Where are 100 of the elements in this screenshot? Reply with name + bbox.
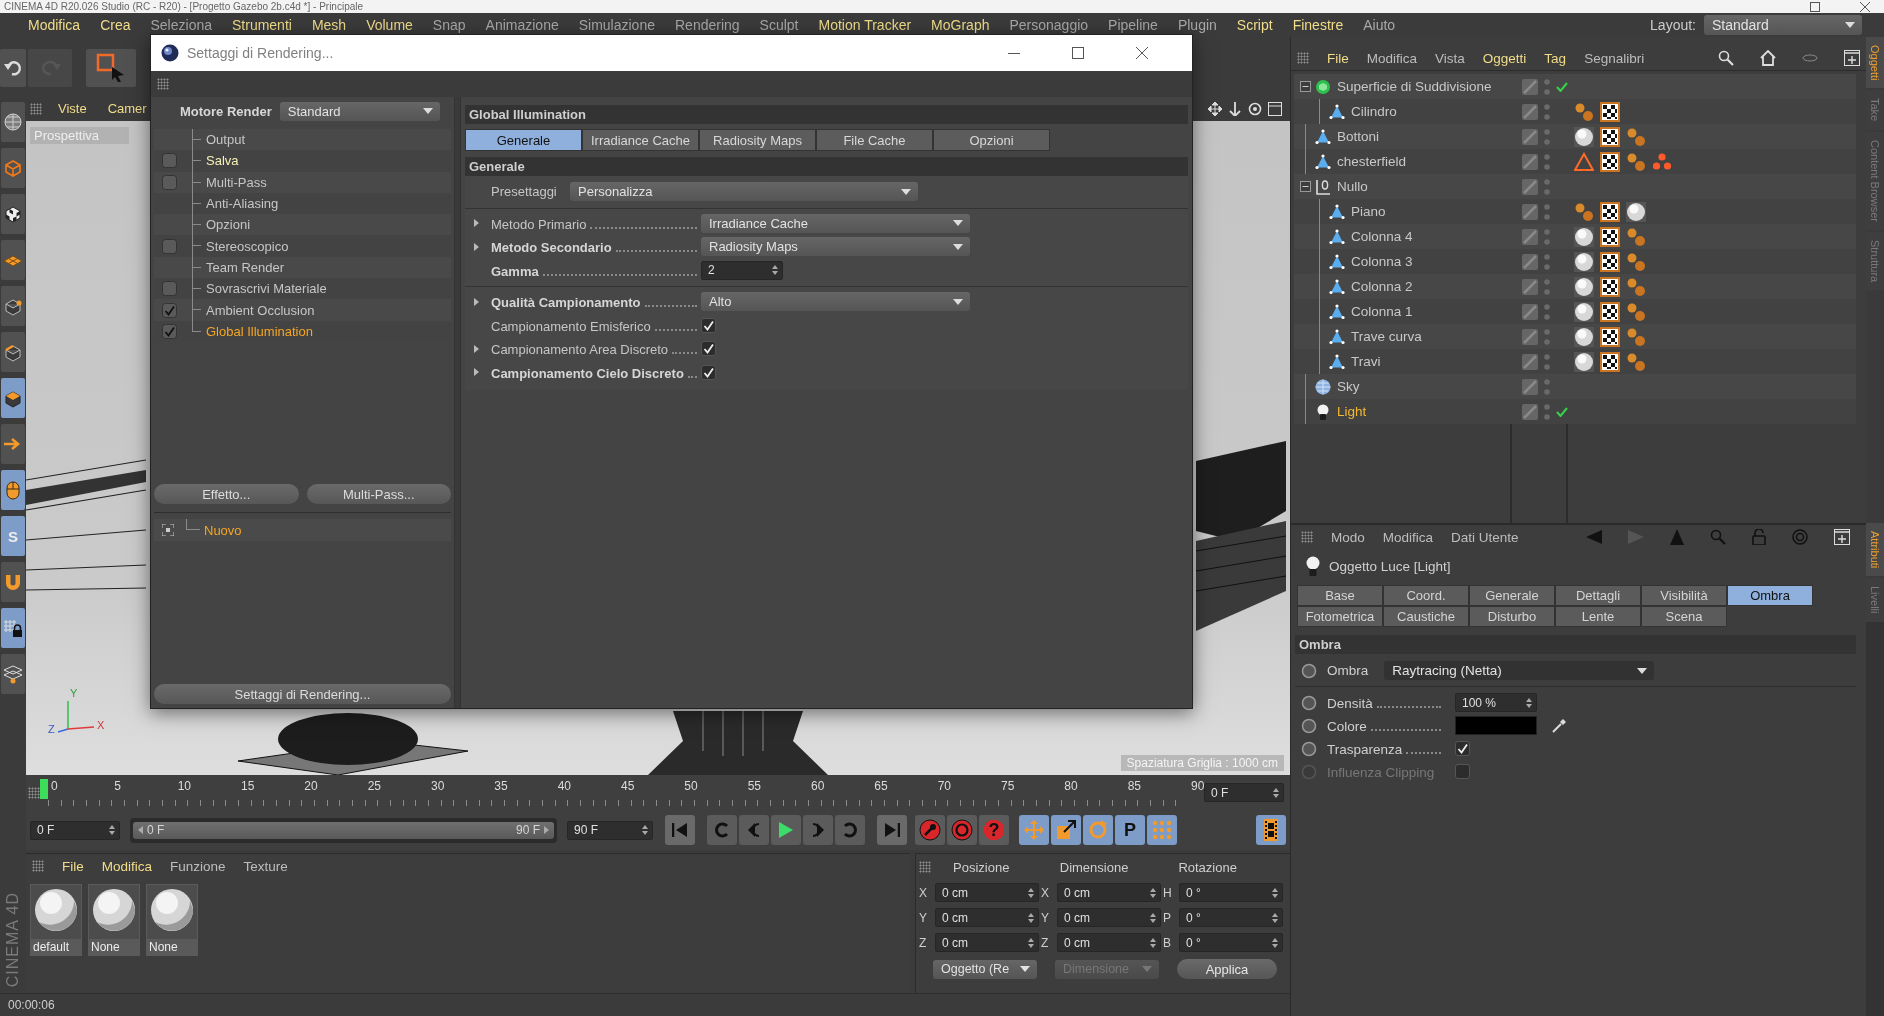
warning-tag-icon[interactable]: [1574, 151, 1594, 172]
object-name[interactable]: Light: [1337, 404, 1367, 419]
tab[interactable]: Disturbo: [1469, 606, 1555, 627]
material-tag-icon[interactable]: [1574, 326, 1594, 347]
tool-button[interactable]: [1, 194, 25, 234]
layout-dropdown[interactable]: Standard: [1704, 15, 1862, 35]
checkbox[interactable]: [701, 364, 716, 380]
check-icon[interactable]: [1556, 406, 1568, 417]
layer-icon[interactable]: [1522, 303, 1538, 320]
checker-tag-icon[interactable]: [1600, 326, 1620, 347]
dialog-button[interactable]: Effetto...: [154, 484, 299, 505]
visibility-dots-icon[interactable]: [1544, 203, 1550, 220]
visibility-dots-icon[interactable]: [1544, 103, 1550, 120]
menu-item[interactable]: File: [1327, 50, 1349, 66]
layer-icon[interactable]: [1522, 278, 1538, 295]
visibility-dots-icon[interactable]: [1544, 78, 1550, 95]
tree-item[interactable]: Sovrascrivi Materiale: [206, 281, 327, 297]
checkbox[interactable]: [701, 317, 716, 333]
checkbox[interactable]: [701, 341, 716, 357]
checker-tag-icon[interactable]: [1600, 201, 1620, 222]
menu-item[interactable]: Mesh: [301, 16, 357, 34]
visibility-dots-icon[interactable]: [1544, 328, 1550, 345]
menu-item[interactable]: Plugin: [1167, 16, 1227, 34]
menu-item[interactable]: Crea: [90, 16, 141, 34]
ellipse-icon[interactable]: [1802, 54, 1818, 62]
menu-item[interactable]: Texture: [243, 858, 288, 874]
menu-item[interactable]: Rendering: [665, 16, 750, 34]
help-button[interactable]: ?: [979, 815, 1009, 845]
object-name[interactable]: Colonna 2: [1351, 279, 1413, 294]
collapse-icon[interactable]: [1300, 81, 1311, 92]
coordinate-field[interactable]: 0 cm: [1057, 883, 1161, 902]
object-name[interactable]: chesterfield: [1337, 154, 1407, 169]
menu-item[interactable]: Volume: [356, 16, 423, 34]
home-icon[interactable]: [1760, 50, 1776, 66]
tab[interactable]: Generale: [465, 129, 582, 151]
layer-icon[interactable]: [1522, 403, 1538, 420]
end-frame-field[interactable]: 90 F: [567, 820, 653, 840]
menu-item[interactable]: Simulazione: [568, 16, 665, 34]
grip-icon[interactable]: [32, 860, 44, 872]
menu-item[interactable]: Modifica: [1382, 529, 1434, 545]
frame-field[interactable]: 0 F: [1204, 783, 1284, 802]
tab[interactable]: Generale: [1469, 585, 1555, 606]
menu-item[interactable]: Tag: [1544, 50, 1567, 66]
move-view-icon[interactable]: [1208, 101, 1222, 116]
menu-item[interactable]: Animazione: [475, 16, 569, 34]
checker-tag-icon[interactable]: [1600, 251, 1620, 272]
object-name[interactable]: Sky: [1337, 379, 1360, 394]
window-icon[interactable]: [1268, 101, 1282, 116]
grip-icon[interactable]: [1297, 52, 1309, 64]
visibility-dots-icon[interactable]: [1544, 278, 1550, 295]
material-tag-icon[interactable]: [1574, 251, 1594, 272]
material-tag-icon[interactable]: [1626, 201, 1646, 222]
menu-item[interactable]: MoGraph: [921, 16, 1000, 34]
tree-item[interactable]: Anti-Aliasing: [206, 196, 279, 212]
menu-item[interactable]: Segnalibri: [1584, 50, 1645, 66]
timeline-view-button[interactable]: [1256, 815, 1286, 845]
tab[interactable]: Ombra: [1727, 585, 1813, 606]
object-name[interactable]: Cilindro: [1351, 104, 1397, 119]
grip-icon[interactable]: [30, 102, 42, 115]
color-field[interactable]: [1455, 716, 1537, 735]
render-settings-button[interactable]: Settaggi di Rendering...: [154, 684, 451, 704]
new-window-icon[interactable]: [1844, 50, 1860, 66]
playback-button[interactable]: [665, 815, 695, 845]
material-tag-icon[interactable]: [1574, 301, 1594, 322]
keyframe-circle-icon[interactable]: [1301, 662, 1317, 679]
tab[interactable]: Opzioni: [933, 129, 1050, 151]
object-name[interactable]: Piano: [1351, 204, 1386, 219]
checkbox[interactable]: [161, 174, 177, 190]
restore-icon[interactable]: [1810, 1, 1820, 12]
expand-arrow-icon[interactable]: [473, 219, 479, 228]
object-name[interactable]: Colonna 4: [1351, 229, 1413, 244]
checker-tag-icon[interactable]: [1600, 151, 1620, 172]
menu-item[interactable]: Vista: [1435, 50, 1465, 66]
playback-button[interactable]: [707, 815, 737, 845]
layer-icon[interactable]: [1522, 78, 1538, 95]
tab[interactable]: Coord.: [1383, 585, 1469, 606]
material-tag-icon[interactable]: [1574, 276, 1594, 297]
phong-tag-icon[interactable]: [1626, 351, 1646, 372]
coordinate-field[interactable]: 0 °: [1179, 908, 1283, 927]
rotate-view-icon[interactable]: [1248, 101, 1262, 116]
menu-item[interactable]: Pipeline: [1098, 16, 1168, 34]
material-swatch[interactable]: None: [88, 884, 140, 956]
collapse-icon[interactable]: [1300, 181, 1311, 192]
visibility-dots-icon[interactable]: [1544, 178, 1550, 195]
grip-icon[interactable]: [919, 861, 931, 873]
tool-button[interactable]: [86, 49, 136, 87]
checkbox[interactable]: [161, 238, 177, 254]
menu-item[interactable]: Oggetti: [1482, 50, 1527, 66]
menu-item[interactable]: Funzione: [170, 858, 226, 874]
coordinate-field[interactable]: 0 cm: [1057, 908, 1161, 927]
menu-item[interactable]: Modo: [1331, 529, 1365, 545]
menu-item[interactable]: Modifica: [101, 858, 153, 874]
tab[interactable]: Radiosity Maps: [699, 129, 816, 151]
autokey-button[interactable]: [947, 815, 977, 845]
visibility-dots-icon[interactable]: [1544, 128, 1550, 145]
object-name[interactable]: Travi: [1351, 354, 1381, 369]
checker-tag-icon[interactable]: [1600, 301, 1620, 322]
layer-icon[interactable]: [1522, 353, 1538, 370]
zoom-view-icon[interactable]: [1228, 101, 1242, 116]
parameter-dropdown[interactable]: Radiosity Maps: [701, 237, 970, 257]
